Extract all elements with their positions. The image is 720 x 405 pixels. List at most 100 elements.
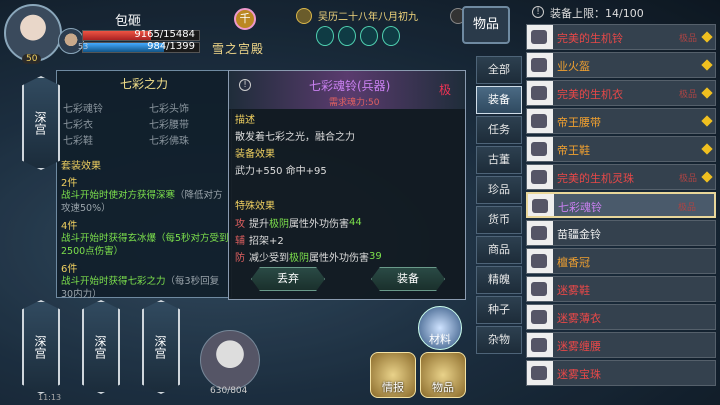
bag-tab[interactable]: 物品 <box>462 6 510 44</box>
buff-icon[interactable] <box>338 26 356 46</box>
list-item[interactable]: 完美的生机灵珠 极品 <box>526 164 716 190</box>
tier-count: 4件 <box>61 221 78 232</box>
tab-category[interactable]: 全部 <box>476 56 522 84</box>
side-tile[interactable]: 深宫 <box>142 300 180 394</box>
hp-bar: 9165/15484 <box>82 29 200 41</box>
quality-tag: 极品 <box>678 90 697 100</box>
effect-text: 提升 <box>249 218 269 230</box>
buff-icon[interactable] <box>382 26 400 46</box>
tier-text: 战斗开始时使对方获得 <box>61 190 157 201</box>
info-icon: ! <box>532 6 544 18</box>
info-icon: ! <box>239 79 251 91</box>
intel-button[interactable]: 情报 <box>370 352 416 398</box>
buff-icon[interactable] <box>360 26 378 46</box>
tab-category[interactable]: 任务 <box>476 116 522 144</box>
item-name: 迷雾鞋 <box>557 284 590 297</box>
tier-count: 2件 <box>61 178 78 189</box>
tab-category[interactable]: 精魄 <box>476 266 522 294</box>
item-name: 迷雾缠腰 <box>557 340 601 353</box>
intel-label: 情报 <box>382 381 404 394</box>
item-detail-panel: ! 七彩魂铃(兵器) 需求魂力:50 极 描述 散发着七彩之光，融合之力 装备效… <box>228 70 466 300</box>
calendar-icon <box>296 8 312 24</box>
effect-kind: 防 <box>235 252 245 264</box>
upgrade-diamond-icon <box>701 115 713 127</box>
item-name: 完美的生机铃 <box>557 32 623 45</box>
materials-button[interactable]: 材料 <box>418 306 462 350</box>
tab-category[interactable]: 装备 <box>476 86 522 114</box>
effect-keyword: 极阴 <box>269 218 289 230</box>
special-effect-row: 攻提升 极阴 属性外功伤害 44 <box>235 215 465 230</box>
gourd-icon[interactable]: 千 <box>234 8 256 30</box>
side-tile[interactable]: 深宫 <box>22 300 60 394</box>
clock: 11:13 <box>38 393 62 402</box>
side-tile[interactable]: 深宫 <box>82 300 120 394</box>
effect-text: 属性外功伤害 <box>309 252 369 264</box>
item-icon <box>531 142 547 156</box>
item-icon <box>532 199 548 213</box>
item-icon <box>531 30 547 44</box>
list-item[interactable]: 完美的生机铃 极品 <box>526 24 716 50</box>
item-name: 业火盔 <box>557 60 590 73</box>
effect-kind: 辅 <box>235 235 245 247</box>
list-item[interactable]: 苗疆金铃 <box>526 220 716 246</box>
pet-avatar[interactable] <box>200 330 260 390</box>
list-item[interactable]: 檀香冠 <box>526 248 716 274</box>
item-name: 苗疆金铃 <box>557 228 601 241</box>
item-icon <box>531 58 547 72</box>
list-item[interactable]: 完美的生机衣 极品 <box>526 80 716 106</box>
tab-category[interactable]: 商品 <box>476 236 522 264</box>
list-item[interactable]: 七彩魂铃 极品 <box>526 192 716 218</box>
tab-category[interactable]: 古董 <box>476 146 522 174</box>
item-icon <box>531 86 547 100</box>
buff-list <box>316 26 400 46</box>
tier-keyword: 深寒 <box>156 190 176 201</box>
location-name: 雪之宫殿 <box>212 42 265 56</box>
side-tile[interactable]: 深宫 <box>22 76 60 170</box>
set-effect-header: 套装效果 <box>61 161 101 172</box>
capacity-text: 装备上限：14/100 <box>550 7 644 20</box>
upgrade-diamond-icon <box>701 59 713 71</box>
special-effect-row: 防减少受到 极阴 属性外功伤害 39 <box>235 249 465 264</box>
game-screen: 50 包砸 9165/15484 984/1399 53 千 雪之宫殿 吴历二十… <box>0 0 720 405</box>
quality-tag: 极品 <box>678 34 697 44</box>
tab-category[interactable]: 货币 <box>476 206 522 234</box>
tab-category[interactable]: 杂物 <box>476 326 522 354</box>
list-item[interactable]: 帝王腰带 <box>526 108 716 134</box>
set-pieces: 七彩魂铃 七彩头饰 七彩衣 七彩腰带 七彩鞋 七彩佛珠 <box>63 100 231 147</box>
item-icon <box>531 338 547 352</box>
tier-text: 战斗开始时获得 <box>61 276 128 287</box>
discard-button[interactable]: 丢弃 <box>251 267 325 291</box>
list-item[interactable]: 迷雾缠腰 <box>526 332 716 358</box>
list-item[interactable]: 迷雾薄衣 <box>526 304 716 330</box>
tab-category[interactable]: 种子 <box>476 296 522 324</box>
special-effect-row: 辅招架+2 <box>235 232 465 247</box>
tab-category[interactable]: 珍品 <box>476 176 522 204</box>
list-item[interactable]: 迷雾鞋 <box>526 276 716 302</box>
item-name: 迷雾宝珠 <box>557 368 601 381</box>
list-item[interactable]: 业火盔 <box>526 52 716 78</box>
item-icon <box>531 282 547 296</box>
item-name: 完美的生机衣 <box>557 88 623 101</box>
effect-value: 44 <box>349 216 362 228</box>
item-icon <box>531 170 547 184</box>
item-name: 帝王鞋 <box>557 144 590 157</box>
hp-text: 9165/15484 <box>134 29 195 40</box>
goods-label: 物品 <box>432 381 454 394</box>
buff-icon[interactable] <box>316 26 334 46</box>
set-piece: 七彩魂铃 <box>63 104 103 115</box>
companion-level: 53 <box>78 42 89 51</box>
desc-label: 描述 <box>235 115 255 126</box>
effect-text: 属性外功伤害 <box>289 218 349 230</box>
item-list: 完美的生机铃 极品 业火盔 完美的生机衣 极品 帝王腰带 帝王鞋 完美的生机灵珠 极品 七彩魂铃极… <box>526 24 716 388</box>
goods-button[interactable]: 物品 <box>420 352 466 398</box>
item-name: 帝王腰带 <box>557 116 601 129</box>
equip-button[interactable]: 装备 <box>371 267 445 291</box>
player-level: 50 <box>22 54 42 64</box>
set-piece: 七彩鞋 <box>63 136 93 147</box>
quality-badge: 极 <box>439 83 452 97</box>
item-description: 散发着七彩之光，融合之力 <box>235 132 355 143</box>
list-item[interactable]: 帝王鞋 <box>526 136 716 162</box>
game-date: 吴历二十八年八月初九 <box>318 12 418 23</box>
list-item[interactable]: 迷雾宝珠 <box>526 360 716 386</box>
pet-food: 630/804 <box>210 386 248 396</box>
